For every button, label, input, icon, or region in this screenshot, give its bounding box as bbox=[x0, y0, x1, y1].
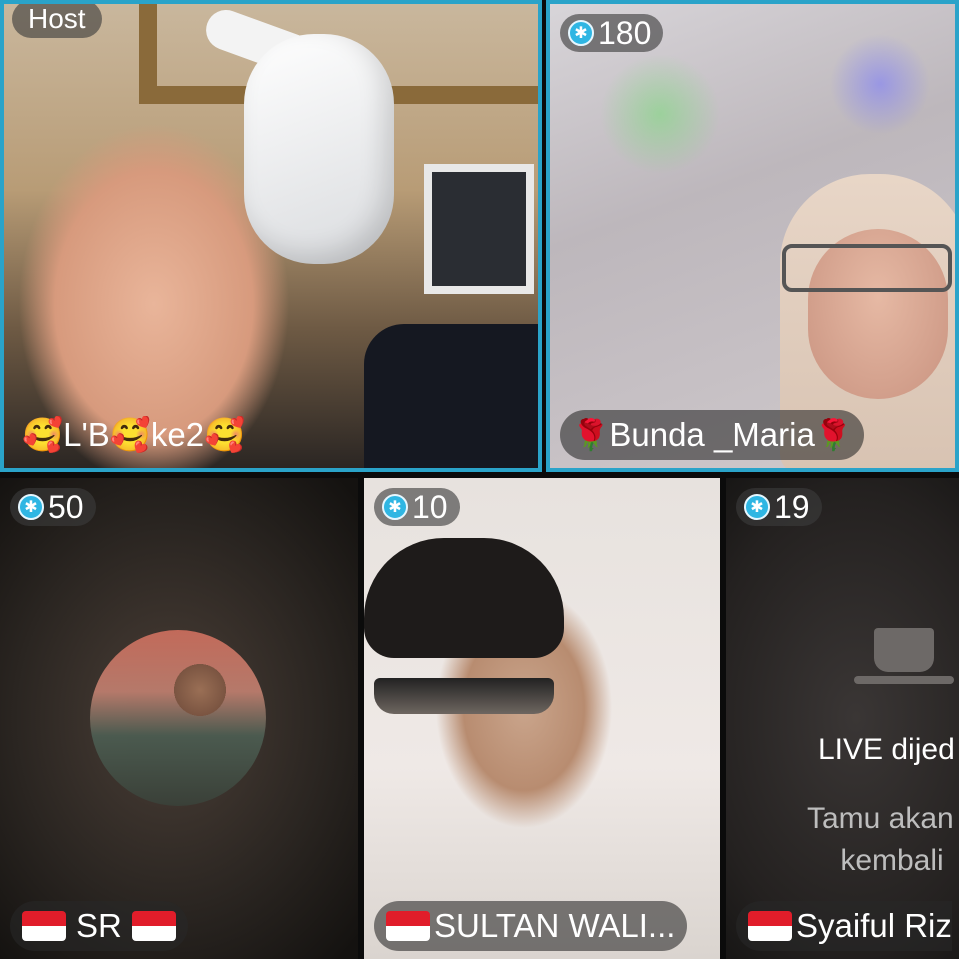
viewer-count-badge: ✱ 19 bbox=[736, 488, 822, 526]
guest-name-pill[interactable]: Syaiful Riz bbox=[736, 901, 952, 951]
viewer-count: 19 bbox=[774, 488, 810, 525]
viewer-count-badge: ✱ 180 bbox=[560, 14, 664, 52]
guest-name: SR bbox=[76, 907, 122, 944]
guest-name-pill[interactable]: 🌹 Bunda _Maria 🌹 bbox=[560, 410, 865, 460]
live-paused-subtitle: Tamu akan s kembali bbox=[762, 798, 959, 882]
headphone-earcup bbox=[244, 34, 394, 264]
guest-name: Bunda _Maria bbox=[609, 416, 815, 453]
coffee-cup-icon bbox=[874, 628, 934, 672]
hair bbox=[364, 538, 564, 658]
diamond-coin-icon: ✱ bbox=[382, 494, 408, 520]
monitor bbox=[424, 164, 534, 294]
guest-name-pill[interactable]: SULTAN WALI... bbox=[374, 901, 688, 951]
guest-video-tile-bunda[interactable]: ✱ 180 🌹 Bunda _Maria 🌹 bbox=[546, 0, 959, 472]
live-paused-subtitle-line-1: Tamu akan s bbox=[806, 802, 959, 835]
indonesia-flag-icon bbox=[22, 911, 66, 941]
host-name-pill[interactable]: 🥰L'B🥰ke2🥰 bbox=[14, 410, 257, 460]
host-video-tile[interactable]: Host 🥰L'B🥰ke2🥰 bbox=[0, 0, 542, 472]
viewer-count: 10 bbox=[412, 488, 448, 525]
sunglasses bbox=[374, 678, 554, 714]
live-paused-subtitle-line-2: kembali bbox=[840, 844, 944, 877]
diamond-coin-icon: ✱ bbox=[568, 20, 594, 46]
guest-name-pill[interactable]: SR bbox=[10, 901, 188, 951]
rose-icon: 🌹 bbox=[814, 418, 853, 452]
host-name: 🥰L'B🥰ke2🥰 bbox=[22, 415, 246, 453]
diamond-coin-icon: ✱ bbox=[18, 494, 44, 520]
host-badge-label: Host bbox=[28, 3, 86, 34]
guest-name: SULTAN WALI... bbox=[434, 907, 676, 944]
guest-video-tile-syaiful[interactable]: LIVE dijed Tamu akan s kembali ✱ 19 Syai… bbox=[726, 478, 959, 959]
eyeglasses bbox=[782, 244, 952, 292]
diamond-coin-icon: ✱ bbox=[744, 494, 770, 520]
viewer-count: 50 bbox=[48, 488, 84, 525]
guest-name: Syaiful Riz bbox=[796, 907, 952, 944]
guest-video-tile-sr[interactable]: ✱ 50 SR bbox=[0, 478, 358, 959]
avatar bbox=[90, 630, 266, 806]
viewer-count: 180 bbox=[598, 14, 652, 51]
indonesia-flag-icon bbox=[386, 911, 430, 941]
live-paused-title: LIVE dijed bbox=[818, 733, 955, 766]
indonesia-flag-icon bbox=[748, 911, 792, 941]
viewer-count-badge: ✱ 50 bbox=[10, 488, 96, 526]
guest-video-tile-sultan[interactable]: ✱ 10 SULTAN WALI... bbox=[364, 478, 720, 959]
viewer-count-badge: ✱ 10 bbox=[374, 488, 460, 526]
dark-shirt bbox=[364, 324, 538, 468]
saucer bbox=[854, 676, 954, 684]
indonesia-flag-icon bbox=[131, 911, 176, 941]
host-badge: Host bbox=[12, 3, 102, 38]
rose-icon: 🌹 bbox=[572, 418, 610, 452]
